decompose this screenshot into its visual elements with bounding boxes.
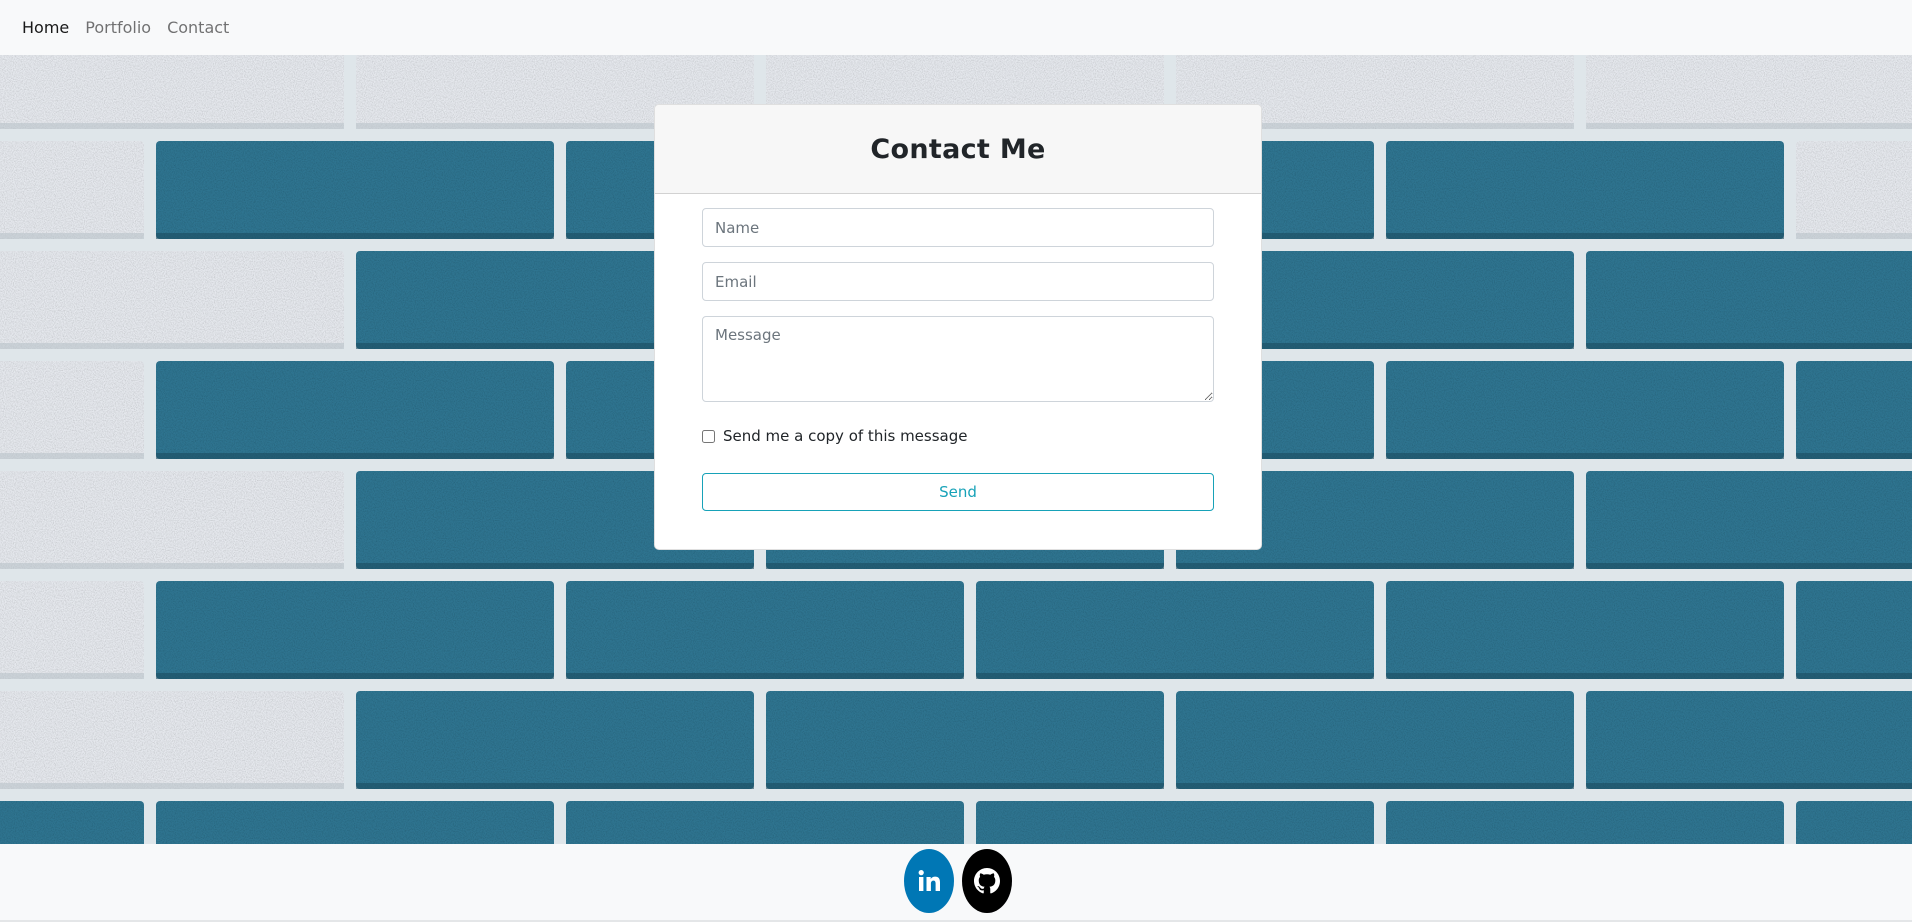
name-input[interactable] — [702, 208, 1214, 247]
contact-card-header: Contact Me — [655, 105, 1261, 194]
copy-checkbox[interactable] — [702, 429, 715, 443]
linkedin-link[interactable] — [904, 849, 954, 913]
send-button[interactable]: Send — [702, 473, 1214, 511]
nav-portfolio-link[interactable]: Portfolio — [85, 18, 151, 37]
copy-checkbox-label[interactable]: Send me a copy of this message — [723, 427, 967, 445]
linkedin-icon — [918, 870, 940, 891]
contact-card-title: Contact Me — [870, 133, 1046, 165]
nav-contact-link[interactable]: Contact — [167, 18, 229, 37]
message-textarea[interactable] — [702, 316, 1214, 402]
footer — [0, 844, 1912, 922]
email-input[interactable] — [702, 262, 1214, 301]
github-icon — [974, 868, 1000, 894]
top-navbar: Home Portfolio Contact — [0, 0, 1912, 55]
nav-home-link[interactable]: Home — [22, 18, 69, 37]
github-link[interactable] — [962, 849, 1012, 913]
contact-card: Contact Me Send me a copy of this messag… — [654, 104, 1262, 550]
copy-checkbox-row: Send me a copy of this message — [702, 427, 967, 445]
